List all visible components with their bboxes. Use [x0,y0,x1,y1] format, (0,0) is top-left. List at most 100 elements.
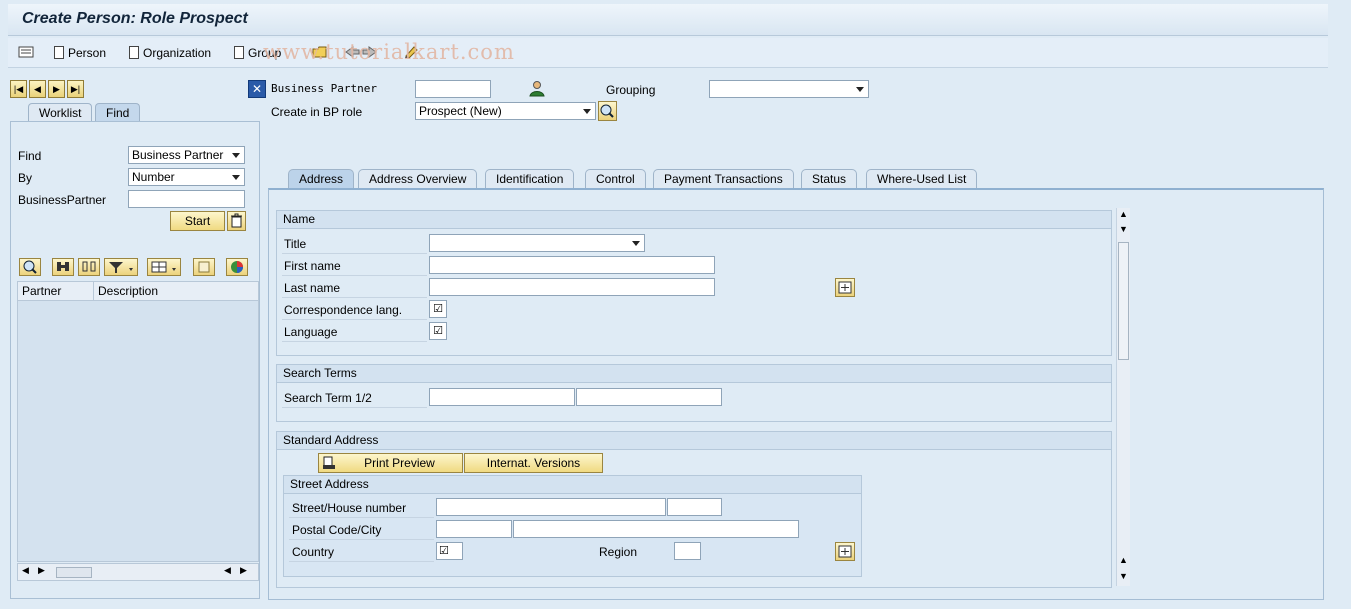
details-icon[interactable] [19,258,41,276]
title-dropdown[interactable] [429,234,645,252]
business-partner-input[interactable] [415,80,491,98]
horizontal-scrollbar[interactable]: ◀ ▶ ◀ ▶ [17,563,259,581]
row-divider [282,319,427,320]
next-page-button[interactable]: ▶ [48,80,65,98]
tab-payment-transactions[interactable]: Payment Transactions [653,169,794,189]
find-label: Find [18,149,42,163]
correspondence-lang-label: Correspondence lang. [284,303,403,317]
standard-address-header: Standard Address [277,432,1111,450]
tab-address-overview[interactable]: Address Overview [358,169,478,189]
close-locator-icon[interactable]: ✕ [248,80,266,98]
by-dropdown[interactable]: Number [128,168,245,186]
business-partner-label: Business Partner [271,82,377,95]
scroll-right-end-icon[interactable]: ▶ [240,565,247,576]
last-page-button[interactable]: ▶| [67,80,84,98]
language-field[interactable]: ☑ [429,322,447,340]
scroll-up-icon[interactable]: ▲ [1119,209,1128,219]
print-preview-button[interactable]: Print Preview [318,453,463,473]
application-toolbar: Person Organization Group [8,38,1328,68]
scroll-down-end-icon[interactable]: ▼ [1119,571,1128,581]
tab-identification[interactable]: Identification [485,169,575,189]
row-divider [289,517,434,518]
postal-code-input[interactable] [436,520,512,538]
search-term-1-input[interactable] [429,388,575,406]
bp-role-dropdown[interactable]: Prospect (New) [415,102,596,120]
create-in-bp-role-label: Create in BP role [271,105,363,119]
row-divider [282,253,427,254]
column-header-partner[interactable]: Partner [17,281,94,301]
first-name-input[interactable] [429,256,715,274]
trash-icon[interactable] [227,211,246,231]
region-input[interactable] [674,542,701,560]
page-title: Create Person: Role Prospect [22,10,248,27]
scroll-left-end-icon[interactable]: ◀ [224,565,231,576]
last-name-input[interactable] [429,278,715,296]
tab-where-used-list[interactable]: Where-Used List [866,169,978,189]
grouping-dropdown[interactable] [709,80,869,98]
expand-name-icon[interactable] [835,278,855,297]
tab-address[interactable]: Address [288,169,355,189]
country-label: Country [292,545,335,559]
business-partner-search-input[interactable] [128,190,245,208]
search-term-label: Search Term 1/2 [284,391,372,405]
postal-city-label: Postal Code/City [292,523,382,537]
find-icon[interactable] [52,258,74,276]
first-name-label: First name [284,259,341,273]
street-house-label: Street/House number [292,501,407,515]
row-divider [282,341,427,342]
city-input[interactable] [513,520,799,538]
language-label: Language [284,325,338,339]
person-button[interactable]: Person [54,45,106,61]
find-dropdown[interactable]: Business Partner [128,146,245,164]
row-divider [282,407,427,408]
internat-versions-button[interactable]: Internat. Versions [464,453,603,473]
street-address-header: Street Address [284,476,861,494]
row-divider [289,539,434,540]
column-header-description[interactable]: Description [93,281,259,301]
row-divider [289,561,434,562]
grouping-label: Grouping [606,83,656,97]
printer-icon [322,456,336,475]
tab-status[interactable]: Status [801,169,858,189]
tab-find[interactable]: Find [95,103,141,122]
document-icon [129,46,139,59]
title-label: Title [284,237,307,251]
row-divider [282,297,427,298]
organization-button[interactable]: Organization [129,45,211,61]
document-icon [54,46,64,59]
find-next-icon[interactable] [78,258,100,276]
start-button[interactable]: Start [170,211,225,231]
title-bar: Create Person: Role Prospect [8,4,1328,36]
tab-worklist[interactable]: Worklist [28,103,93,122]
scroll-down-icon[interactable]: ▼ [1119,224,1128,234]
scroll-thumb[interactable] [1118,242,1129,360]
layout-icon[interactable] [147,258,181,276]
first-page-button[interactable]: |◀ [10,80,27,98]
scroll-up-end-icon[interactable]: ▲ [1119,555,1128,565]
previous-page-button[interactable]: ◀ [29,80,46,98]
last-name-label: Last name [284,281,341,295]
house-number-input[interactable] [667,498,722,516]
person-icon[interactable] [528,80,546,101]
row-divider [282,275,427,276]
filter-icon[interactable] [104,258,138,276]
street-input[interactable] [436,498,666,516]
by-label: By [18,171,33,185]
scroll-thumb[interactable] [56,567,92,578]
correspondence-lang-field[interactable]: ☑ [429,300,447,318]
vertical-scrollbar[interactable]: ▲ ▼ ▲ ▼ [1116,208,1130,586]
name-group-header: Name [277,211,1111,229]
result-list [17,300,259,562]
chart-icon[interactable] [226,258,248,276]
business-partner-search-label: BusinessPartner [18,193,107,207]
switch-screen-icon[interactable] [18,45,34,61]
export-icon[interactable] [193,258,215,276]
tab-control[interactable]: Control [585,169,646,189]
search-terms-header: Search Terms [277,365,1111,383]
scroll-left-icon[interactable]: ◀ [22,565,29,576]
country-field[interactable]: ☑ [436,542,463,560]
expand-address-icon[interactable] [835,542,855,561]
search-term-2-input[interactable] [576,388,722,406]
scroll-right-icon[interactable]: ▶ [38,565,45,576]
role-details-icon[interactable] [598,101,617,121]
